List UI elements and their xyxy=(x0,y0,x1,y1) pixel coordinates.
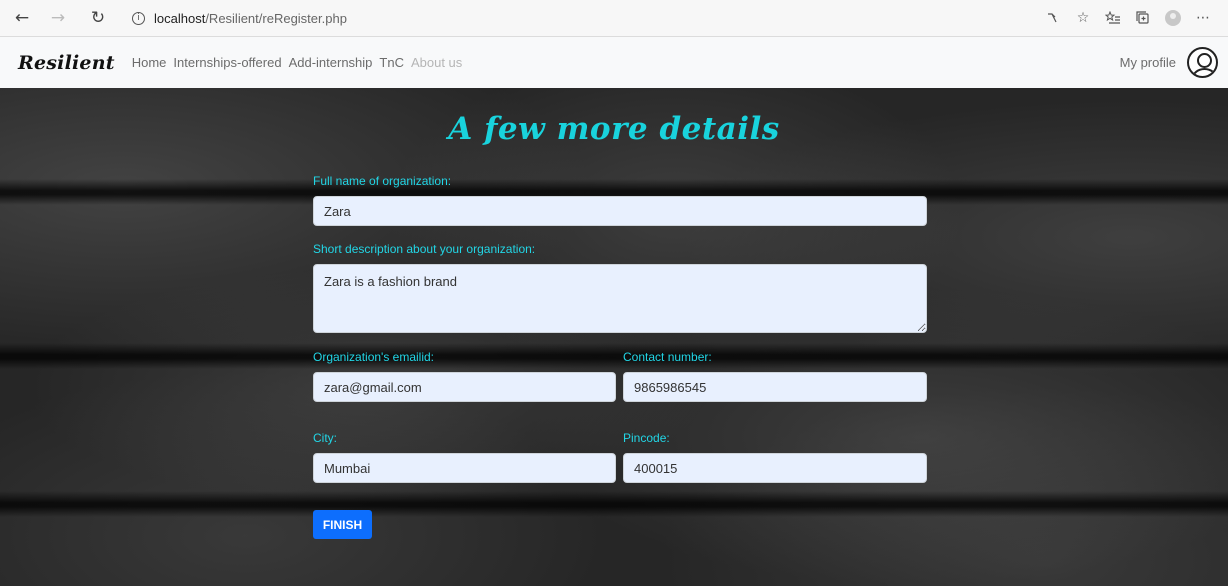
brand-logo[interactable]: Resilient xyxy=(18,52,115,74)
background-texture xyxy=(0,491,1228,517)
description-textarea[interactable]: Zara is a fashion brand xyxy=(313,264,927,333)
nav-link-add-internship[interactable]: Add-internship xyxy=(289,55,373,70)
background-texture xyxy=(0,343,1228,369)
url-host: localhost xyxy=(154,10,206,26)
browser-profile-icon[interactable] xyxy=(1158,4,1188,32)
contact-input[interactable] xyxy=(623,372,927,402)
reload-icon[interactable]: ↻ xyxy=(84,4,112,32)
contact-label: Contact number: xyxy=(623,350,712,364)
email-input[interactable] xyxy=(313,372,616,402)
nav-link-about-us[interactable]: About us xyxy=(411,55,462,70)
nav-link-internships-offered[interactable]: Internships-offered xyxy=(173,55,281,70)
org-name-label: Full name of organization: xyxy=(313,174,452,188)
url-path: /Resilient/reRegister.php xyxy=(205,10,347,26)
address-bar[interactable]: i localhost/Resilient/reRegister.php xyxy=(132,4,1038,32)
nav-link-home[interactable]: Home xyxy=(132,55,167,70)
browser-toolbar: ← → ↻ i localhost/Resilient/reRegister.p… xyxy=(0,0,1228,37)
back-arrow-icon[interactable]: ← xyxy=(8,4,36,32)
favorites-list-icon[interactable] xyxy=(1098,4,1128,32)
read-aloud-icon[interactable] xyxy=(1038,4,1068,32)
page-title: A few more details xyxy=(448,111,780,147)
user-avatar-icon[interactable] xyxy=(1187,47,1218,78)
finish-button[interactable]: FINISH xyxy=(313,510,372,539)
favorite-star-icon[interactable]: ☆ xyxy=(1068,4,1098,32)
info-icon[interactable]: i xyxy=(132,11,145,25)
pincode-input[interactable] xyxy=(623,453,927,483)
my-profile-link[interactable]: My profile xyxy=(1120,55,1176,70)
main-content: A few more details Full name of organiza… xyxy=(0,88,1228,586)
nav-link-tnc[interactable]: TnC xyxy=(379,55,404,70)
pincode-label: Pincode: xyxy=(623,431,670,445)
collections-icon[interactable] xyxy=(1128,4,1158,32)
site-navbar: Resilient Home Internships-offered Add-i… xyxy=(0,37,1228,88)
email-label: Organization's emailid: xyxy=(313,350,435,364)
more-options-icon[interactable]: ⋯ xyxy=(1188,4,1218,32)
forward-arrow-icon[interactable]: → xyxy=(44,4,72,32)
city-label: City: xyxy=(313,431,337,445)
city-input[interactable] xyxy=(313,453,616,483)
org-name-input[interactable] xyxy=(313,196,927,226)
description-label: Short description about your organizatio… xyxy=(313,242,536,256)
